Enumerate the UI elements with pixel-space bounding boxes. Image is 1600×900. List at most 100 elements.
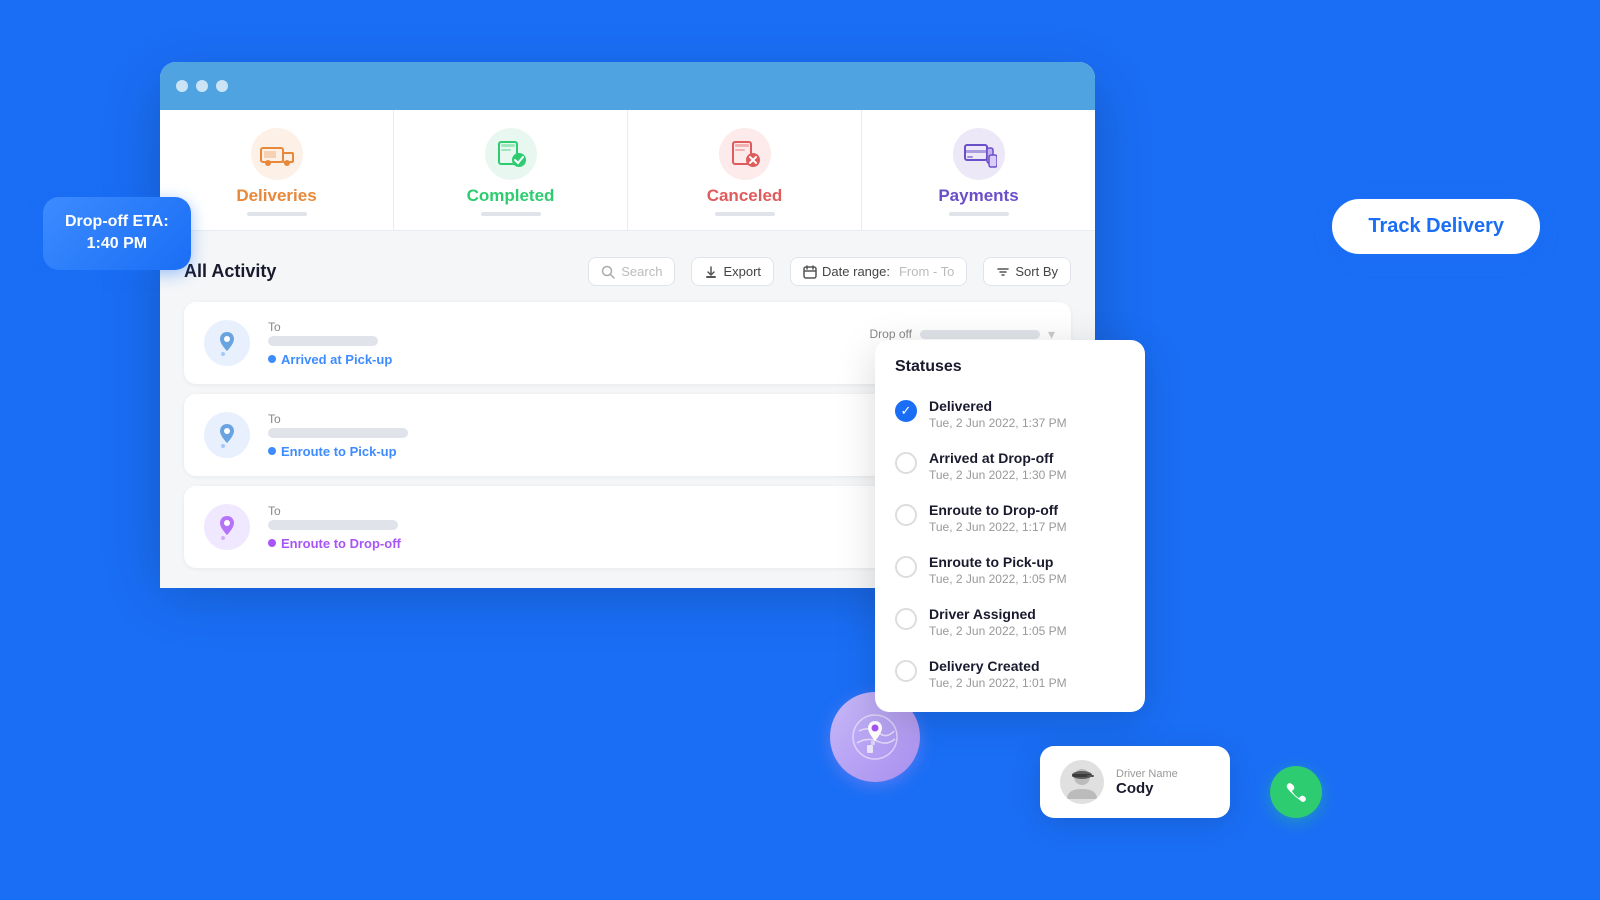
map-svg — [849, 711, 901, 763]
deliveries-icon-wrap — [251, 128, 303, 180]
row-status-3: Enroute to Drop-off — [268, 536, 855, 551]
sort-icon — [996, 265, 1010, 279]
completed-icon-wrap — [485, 128, 537, 180]
statuses-title: Statuses — [875, 358, 1145, 388]
status-item-arrived-dropoff[interactable]: Arrived at Drop-off Tue, 2 Jun 2022, 1:3… — [875, 440, 1145, 492]
tab-payments-bar — [949, 212, 1009, 216]
status-name-delivery-created: Delivery Created — [929, 658, 1067, 674]
row-icon-outer-3 — [200, 500, 254, 554]
status-item-delivery-created[interactable]: Delivery Created Tue, 2 Jun 2022, 1:01 P… — [875, 648, 1145, 700]
canceled-icon-wrap — [719, 128, 771, 180]
status-item-enroute-pickup[interactable]: Enroute to Pick-up Tue, 2 Jun 2022, 1:05… — [875, 544, 1145, 596]
driver-avatar-icon — [1063, 763, 1101, 801]
canceled-icon — [727, 136, 763, 172]
search-label: Search — [621, 264, 662, 279]
row-dropoff-label-1: Drop off — [870, 327, 912, 341]
tab-deliveries-label: Deliveries — [236, 186, 316, 206]
tab-completed[interactable]: Completed — [394, 110, 628, 230]
status-date-arrived-dropoff: Tue, 2 Jun 2022, 1:30 PM — [929, 468, 1067, 482]
traffic-light-red[interactable] — [176, 80, 188, 92]
eta-line2: 1:40 PM — [65, 233, 169, 255]
status-item-delivered[interactable]: ✓ Delivered Tue, 2 Jun 2022, 1:37 PM — [875, 388, 1145, 440]
nav-tabs: Deliveries Completed — [160, 110, 1095, 231]
row-status-2: Enroute to Pick-up — [268, 444, 855, 459]
export-label: Export — [723, 264, 761, 279]
driver-name-label: Driver Name — [1116, 768, 1178, 780]
phone-icon — [1283, 779, 1309, 805]
traffic-light-green[interactable] — [216, 80, 228, 92]
tab-deliveries[interactable]: Deliveries — [160, 110, 394, 230]
status-text-wrap-driver-assigned: Driver Assigned Tue, 2 Jun 2022, 1:05 PM — [929, 606, 1067, 638]
export-button[interactable]: Export — [691, 257, 774, 286]
row-to-label-1: To — [268, 320, 855, 334]
driver-name: Cody — [1116, 780, 1178, 797]
status-text-wrap-delivered: Delivered Tue, 2 Jun 2022, 1:37 PM — [929, 398, 1067, 430]
sort-label: Sort By — [1015, 264, 1058, 279]
payments-icon — [961, 136, 997, 172]
eta-line1: Drop-off ETA: — [65, 211, 169, 233]
status-text-wrap-delivery-created: Delivery Created Tue, 2 Jun 2022, 1:01 P… — [929, 658, 1067, 690]
completed-icon — [493, 136, 529, 172]
tab-payments[interactable]: Payments — [862, 110, 1095, 230]
payments-icon-wrap — [953, 128, 1005, 180]
row-icon-outer-2 — [200, 408, 254, 462]
export-icon — [704, 265, 718, 279]
status-circle-delivered: ✓ — [895, 400, 917, 422]
status-item-driver-assigned[interactable]: Driver Assigned Tue, 2 Jun 2022, 1:05 PM — [875, 596, 1145, 648]
status-date-driver-assigned: Tue, 2 Jun 2022, 1:05 PM — [929, 624, 1067, 638]
status-text-2: Enroute to Pick-up — [281, 444, 397, 459]
traffic-light-yellow[interactable] — [196, 80, 208, 92]
row-content-3: To Enroute to Drop-off — [268, 504, 855, 551]
tab-canceled-label: Canceled — [707, 186, 783, 206]
sort-button[interactable]: Sort By — [983, 257, 1071, 286]
row-icon-2 — [204, 412, 250, 458]
status-dot-1 — [268, 355, 276, 363]
location-pin-icon-3 — [213, 513, 241, 541]
driver-avatar — [1060, 760, 1104, 804]
activity-title: All Activity — [184, 261, 276, 282]
row-icon-1 — [204, 320, 250, 366]
status-circle-enroute-pickup — [895, 556, 917, 578]
date-range-label: Date range: — [822, 264, 890, 279]
tab-deliveries-bar — [247, 212, 307, 216]
row-to-label-2: To — [268, 412, 855, 426]
date-range-value: From - To — [899, 264, 954, 279]
activity-header: All Activity Search Export — [184, 251, 1071, 286]
date-range-picker[interactable]: Date range: From - To — [790, 257, 967, 286]
status-item-enroute-dropoff[interactable]: Enroute to Drop-off Tue, 2 Jun 2022, 1:1… — [875, 492, 1145, 544]
driver-card: Driver Name Cody — [1040, 746, 1230, 818]
status-date-enroute-pickup: Tue, 2 Jun 2022, 1:05 PM — [929, 572, 1067, 586]
status-date-delivery-created: Tue, 2 Jun 2022, 1:01 PM — [929, 676, 1067, 690]
status-date-delivered: Tue, 2 Jun 2022, 1:37 PM — [929, 416, 1067, 430]
status-name-enroute-dropoff: Enroute to Drop-off — [929, 502, 1067, 518]
row-address-1 — [268, 336, 378, 346]
status-date-enroute-dropoff: Tue, 2 Jun 2022, 1:17 PM — [929, 520, 1067, 534]
tab-completed-label: Completed — [467, 186, 555, 206]
driver-info: Driver Name Cody — [1116, 768, 1178, 797]
tab-completed-bar — [481, 212, 541, 216]
search-box[interactable]: Search — [588, 257, 675, 286]
status-circle-driver-assigned — [895, 608, 917, 630]
status-circle-enroute-dropoff — [895, 504, 917, 526]
row-content-1: To Arrived at Pick-up — [268, 320, 855, 367]
status-name-driver-assigned: Driver Assigned — [929, 606, 1067, 622]
status-text-wrap-enroute-pickup: Enroute to Pick-up Tue, 2 Jun 2022, 1:05… — [929, 554, 1067, 586]
title-bar — [160, 62, 1095, 110]
status-text-3: Enroute to Drop-off — [281, 536, 401, 551]
status-dot-3 — [268, 539, 276, 547]
eta-badge: Drop-off ETA: 1:40 PM — [43, 197, 191, 270]
status-text-wrap-arrived-dropoff: Arrived at Drop-off Tue, 2 Jun 2022, 1:3… — [929, 450, 1067, 482]
status-name-arrived-dropoff: Arrived at Drop-off — [929, 450, 1067, 466]
status-text-1: Arrived at Pick-up — [281, 352, 392, 367]
row-status-1: Arrived at Pick-up — [268, 352, 855, 367]
tab-payments-label: Payments — [938, 186, 1018, 206]
tab-canceled[interactable]: Canceled — [628, 110, 862, 230]
row-address-2 — [268, 428, 408, 438]
truck-icon — [259, 136, 295, 172]
phone-button[interactable] — [1270, 766, 1322, 818]
row-icon-outer-1 — [200, 316, 254, 370]
track-delivery-button[interactable]: Track Delivery — [1330, 197, 1542, 256]
status-text-wrap-enroute-dropoff: Enroute to Drop-off Tue, 2 Jun 2022, 1:1… — [929, 502, 1067, 534]
location-pin-icon-1 — [213, 329, 241, 357]
status-circle-delivery-created — [895, 660, 917, 682]
